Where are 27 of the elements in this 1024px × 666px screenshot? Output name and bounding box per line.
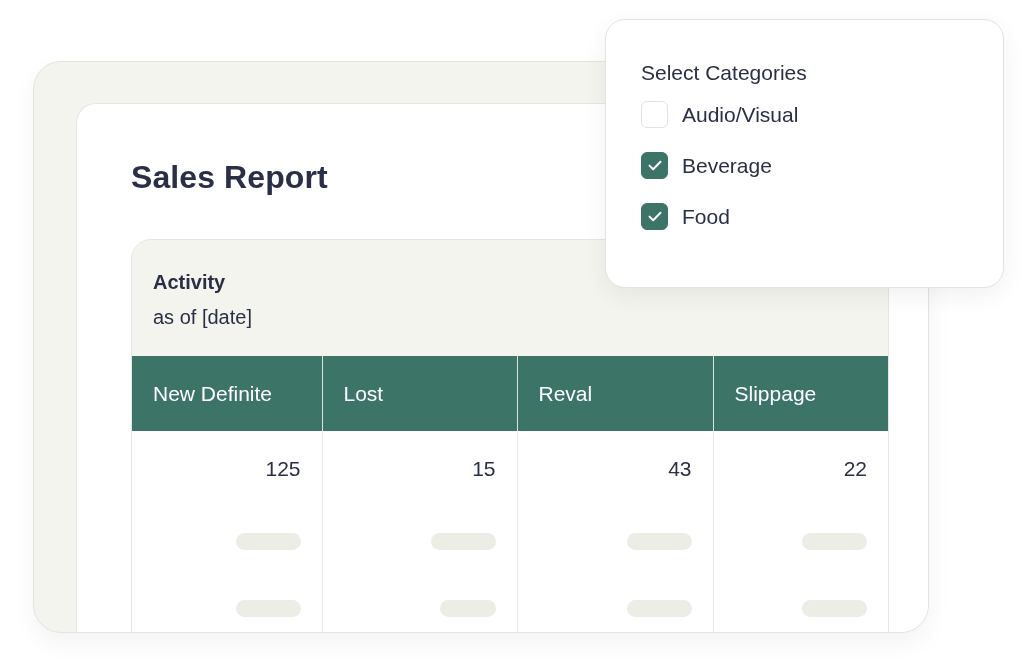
table-cell: 43 xyxy=(517,431,713,507)
table-cell: 22 xyxy=(713,431,888,507)
skeleton-bar xyxy=(235,599,301,617)
skeleton-bar xyxy=(235,532,301,550)
skeleton-bar xyxy=(626,599,692,617)
checkbox[interactable] xyxy=(641,203,668,230)
checkbox[interactable] xyxy=(641,152,668,179)
column-header: Reval xyxy=(517,356,713,431)
table-cell: 125 xyxy=(132,431,322,507)
table-cell: 15 xyxy=(322,431,517,507)
skeleton-bar xyxy=(802,599,867,617)
check-icon xyxy=(647,160,662,171)
skeleton-bar xyxy=(430,532,496,550)
category-label[interactable]: Food xyxy=(682,203,730,230)
column-header: New Definite xyxy=(132,356,322,431)
report-title: Sales Report xyxy=(131,158,328,197)
column-header: Slippage xyxy=(713,356,888,431)
skeleton-bar xyxy=(439,599,496,617)
skeleton-bar xyxy=(626,532,692,550)
category-label[interactable]: Beverage xyxy=(682,152,772,179)
category-label[interactable]: Audio/Visual xyxy=(682,101,799,128)
activity-subtitle: as of [date] xyxy=(153,305,252,330)
check-icon xyxy=(647,211,662,222)
popup-title: Select Categories xyxy=(641,60,807,86)
skeleton-bar xyxy=(802,532,867,550)
activity-title: Activity xyxy=(153,270,226,295)
column-header: Lost xyxy=(322,356,517,431)
